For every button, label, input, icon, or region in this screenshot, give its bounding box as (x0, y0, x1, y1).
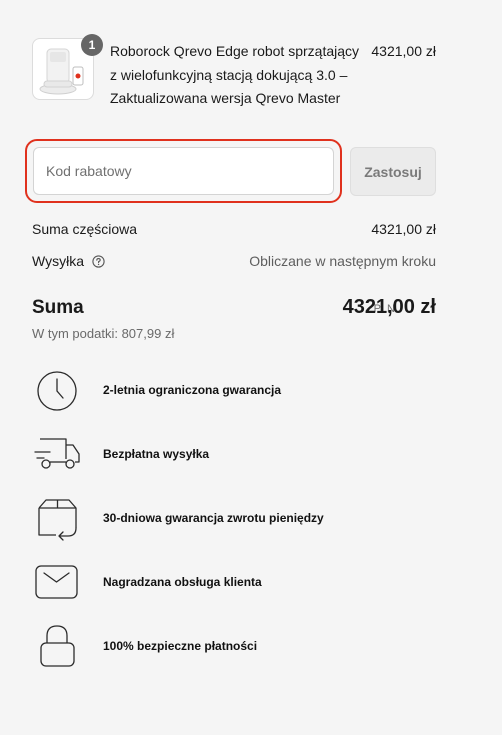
subtotal-value: 4321,00 zł (371, 221, 436, 237)
envelope-icon (35, 565, 78, 599)
clock-icon (37, 371, 77, 411)
padlock-icon (40, 625, 75, 667)
tax-note: W tym podatki: 807,99 zł (32, 326, 175, 341)
apply-discount-button[interactable]: Zastosuj (350, 147, 436, 196)
subtotal-row: Suma częściowa 4321,00 zł (32, 221, 436, 239)
feature-label: 30-dniowa gwarancja zwrotu pieniędzy (103, 511, 324, 525)
total-value: 4321,00 zł (342, 296, 436, 318)
feature-secure-payments: 100% bezpieczne płatności (32, 623, 436, 671)
feature-label: 100% bezpieczne płatności (103, 639, 258, 653)
feature-label: Bezpłatna wysyłka (103, 447, 210, 461)
return-box-icon (38, 499, 77, 541)
quantity-badge: 1 (81, 34, 103, 56)
product-thumbnail: 1 (32, 34, 103, 100)
cart-line-item: 1 Roborock Qrevo Edge robot sprzątający … (32, 34, 436, 128)
feature-warranty: 2-letnia ograniczona gwarancja (32, 367, 436, 415)
product-price: 4321,00 zł (371, 43, 436, 59)
feature-customer-service: Nagradzana obsługa klienta (32, 559, 436, 607)
discount-field-focus-ring (25, 139, 342, 203)
delivery-truck-icon (34, 438, 80, 469)
help-icon[interactable] (92, 255, 105, 268)
shipping-label: Wysyłka (32, 253, 84, 269)
subtotal-label: Suma częściowa (32, 221, 138, 237)
feature-free-shipping: Bezpłatna wysyłka (32, 431, 436, 479)
discount-code-input[interactable] (33, 147, 334, 195)
feature-label: 2-letnia ograniczona gwarancja (103, 383, 282, 397)
total-label: Suma (32, 297, 84, 318)
shipping-value: Obliczane w następnym kroku (249, 253, 436, 269)
shipping-row: Wysyłka Obliczane w następnym kroku (32, 253, 436, 271)
feature-money-back: 30-dniowa gwarancja zwrotu pieniędzy (32, 495, 436, 543)
shipping-label-group: Wysyłka (32, 253, 105, 269)
product-name: Roborock Qrevo Edge robot sprzątający z … (110, 43, 360, 106)
feature-label: Nagradzana obsługa klienta (103, 575, 262, 589)
